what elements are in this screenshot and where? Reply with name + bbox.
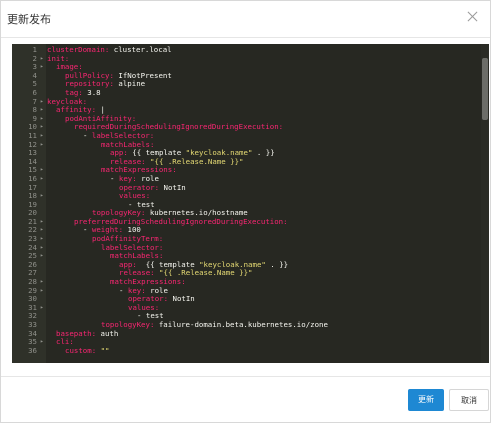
code-line: 23 ▸ podAffinityTerm:: [12, 234, 489, 244]
code-line: 14 release: "{{ .Release.Name }}": [12, 157, 489, 167]
yaml-value: -: [119, 285, 128, 295]
code-line: 36 custom: "": [12, 345, 489, 356]
yaml-code-editor[interactable]: 1 clusterDomain: cluster.local 2 ▸ init: 3 ▸ im…: [12, 44, 489, 363]
code-line: 13 app: {{ template "keycloak.name" . }}: [12, 148, 489, 158]
dialog-title: 更新发布: [7, 13, 51, 26]
code-line: 29 ▸ - key: role: [12, 285, 489, 296]
fold-toggle-icon[interactable]: ▸: [40, 166, 44, 175]
yaml-value: auth: [100, 328, 119, 338]
editor-scrollbar[interactable]: [481, 44, 489, 363]
update-release-dialog: 更新发布 1 clusterDomain: cluster.local 2 ▸ init…: [0, 0, 491, 423]
code-line: 27 release: "{{ .Release.Name }}": [12, 269, 489, 278]
code-line: 11 ▸ - labelSelector:: [12, 130, 489, 141]
code-line: 30 operator: NotIn: [12, 294, 489, 304]
code-line: 34 basepath: auth: [12, 328, 489, 339]
yaml-value: NotIn: [172, 294, 195, 304]
fold-toggle-icon[interactable]: ▸: [40, 235, 44, 244]
yaml-key: custom:: [65, 345, 101, 355]
fold-toggle-icon[interactable]: ▸: [40, 244, 44, 253]
code-line: 28 ▸ matchExpressions:: [12, 277, 489, 287]
yaml-value: -: [83, 130, 92, 140]
fold-toggle-icon[interactable]: ▸: [40, 141, 44, 150]
code-line: 24 ▸ labelSelector:: [12, 243, 489, 253]
yaml-value: -: [110, 173, 119, 183]
fold-toggle-icon[interactable]: ▸: [40, 123, 44, 132]
fold-toggle-icon[interactable]: ▸: [40, 287, 44, 296]
code-text: custom: "": [65, 345, 110, 356]
fold-toggle-icon[interactable]: ▸: [40, 132, 44, 141]
fold-toggle-icon[interactable]: ▸: [40, 63, 44, 72]
close-icon[interactable]: [464, 8, 482, 26]
fold-toggle-icon[interactable]: ▸: [40, 115, 44, 124]
update-button[interactable]: 更新: [408, 389, 444, 411]
code-line: 31 ▸ values:: [12, 303, 489, 313]
fold-toggle-icon[interactable]: ▸: [40, 218, 44, 227]
yaml-value: NotIn: [163, 182, 186, 192]
code-line: 17 operator: NotIn: [12, 182, 489, 193]
line-number: 36: [28, 345, 37, 355]
code-text: topologyKey: failure-domain.beta.kuberne…: [101, 320, 328, 330]
code-line: 19- test: [12, 200, 489, 210]
yaml-value: 3.8: [87, 87, 101, 97]
fold-toggle-icon[interactable]: ▸: [40, 98, 44, 107]
fold-toggle-icon[interactable]: ▸: [40, 192, 44, 201]
code-line: 1 clusterDomain: cluster.local: [12, 45, 489, 55]
fold-toggle-icon[interactable]: ▸: [40, 338, 44, 347]
fold-toggle-icon[interactable]: ▸: [40, 252, 44, 261]
fold-toggle-icon[interactable]: ▸: [40, 55, 44, 64]
yaml-value: cluster.local: [113, 45, 172, 54]
yaml-value: -: [83, 225, 92, 235]
code-line: 2 ▸ init:: [12, 54, 489, 64]
code-line: 18 ▸ values:: [12, 191, 489, 201]
yaml-string: "": [100, 345, 110, 355]
fold-toggle-icon[interactable]: ▸: [40, 106, 44, 115]
cancel-button[interactable]: 取消: [449, 389, 489, 411]
dialog-footer: 更新 取消: [1, 376, 490, 425]
scrollbar-thumb[interactable]: [482, 58, 488, 120]
dialog-header: 更新发布: [1, 1, 490, 38]
editor-lines: 1 clusterDomain: cluster.local 2 ▸ init: 3 ▸ im…: [12, 45, 489, 356]
fold-toggle-icon[interactable]: ▸: [40, 278, 44, 287]
code-line: 15 ▸ matchExpressions:: [12, 166, 489, 175]
fold-toggle-icon[interactable]: ▸: [40, 175, 44, 184]
code-line: 22 ▸ - weight: 100: [12, 226, 489, 235]
code-line: 16 ▸ - key: role: [12, 173, 489, 184]
yaml-value: . }}: [252, 148, 275, 158]
yaml-value: failure-domain.beta.kubernetes.io/zone: [158, 320, 328, 329]
fold-toggle-icon[interactable]: ▸: [40, 226, 44, 235]
yaml-value: . }}: [265, 259, 289, 269]
yaml-value: alpine: [118, 79, 146, 89]
fold-toggle-icon[interactable]: ▸: [40, 304, 44, 313]
